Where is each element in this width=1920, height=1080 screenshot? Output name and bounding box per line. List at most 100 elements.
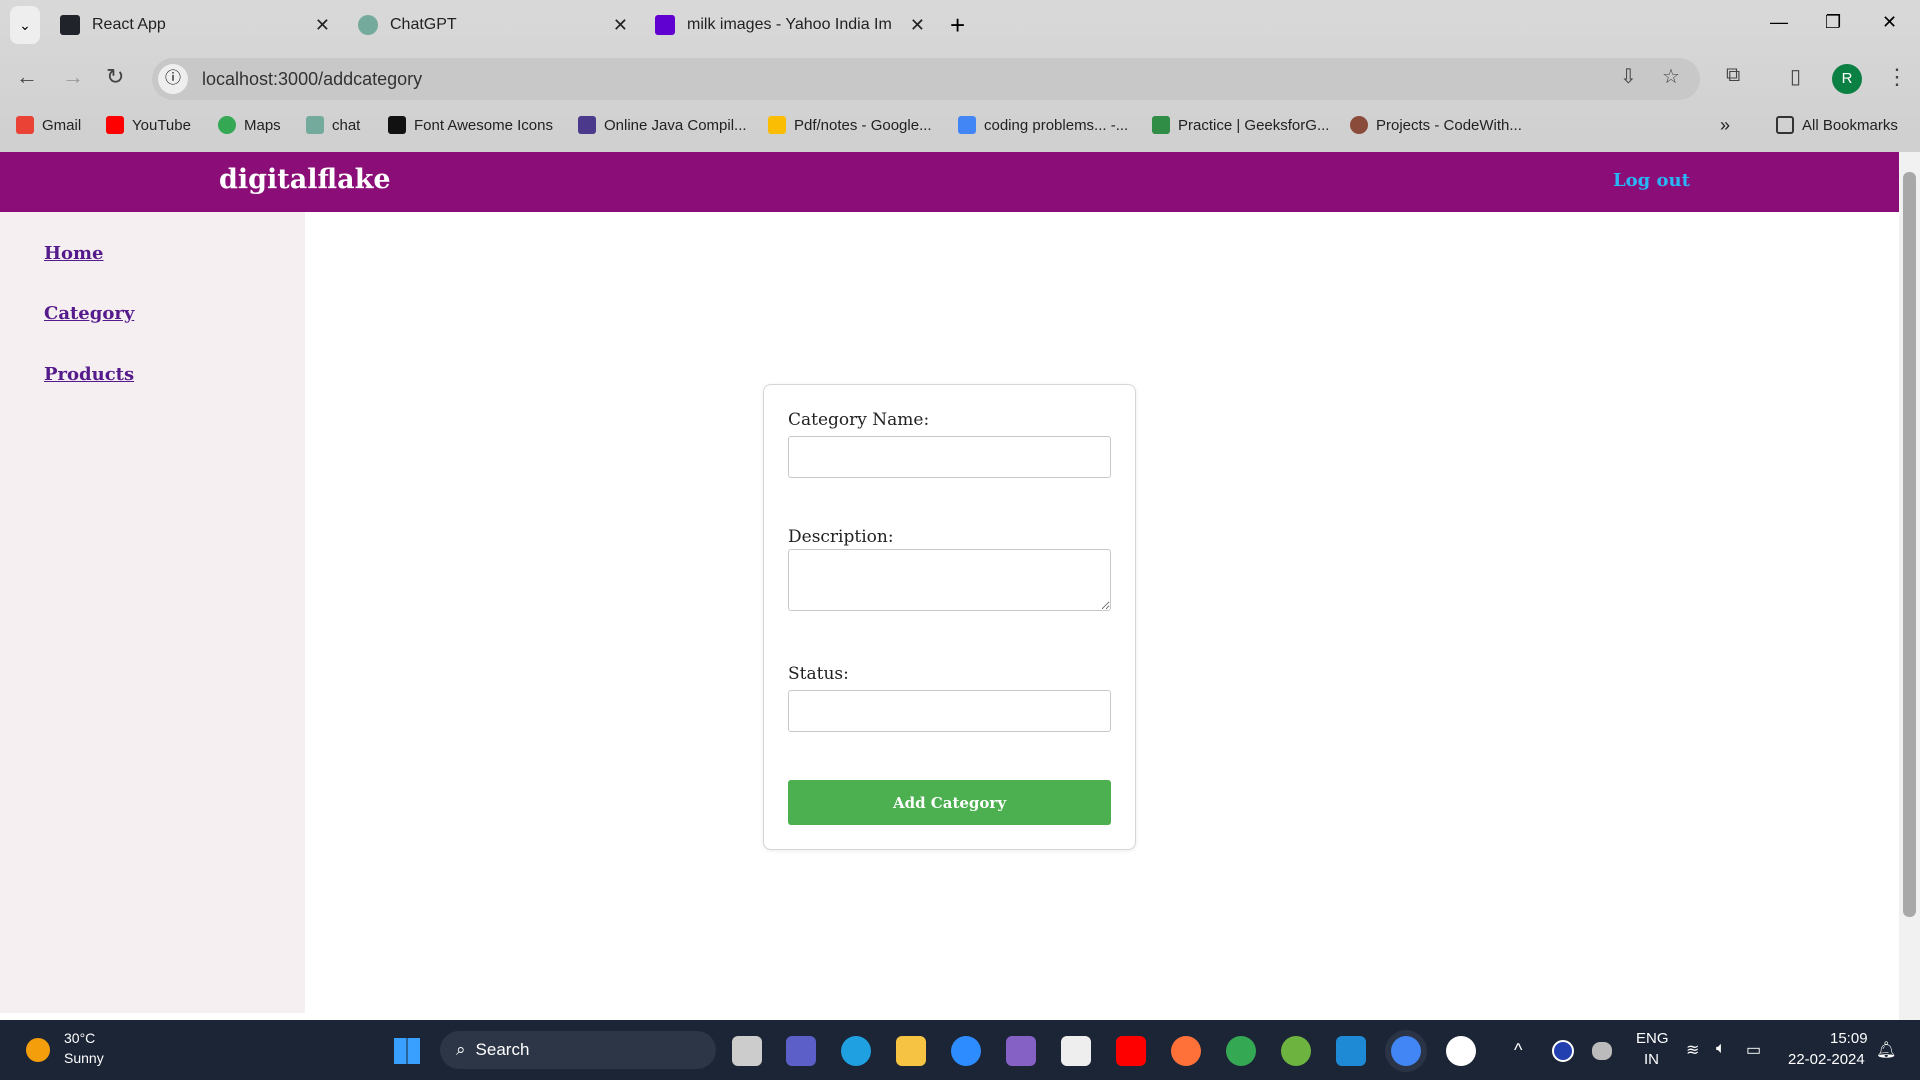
clock-time[interactable]: 15:09 — [1830, 1030, 1868, 1047]
description-textarea[interactable] — [788, 549, 1111, 611]
bookmark-label: Pdf/notes - Google... — [794, 116, 932, 134]
sidebar-item-products[interactable]: Products — [44, 364, 134, 385]
description-label: Description: — [788, 527, 894, 547]
new-tab-icon[interactable]: + — [950, 10, 965, 41]
close-tab-icon[interactable]: ✕ — [613, 15, 628, 36]
sidebar-item-home[interactable]: Home — [44, 243, 104, 264]
tab-title: milk images - Yahoo India Imag — [687, 16, 892, 33]
weather-desc[interactable]: Sunny — [64, 1050, 104, 1066]
gmail-icon — [16, 116, 34, 134]
tab-title: React App — [92, 16, 166, 33]
tab-search-button[interactable]: ⌄ — [10, 6, 40, 44]
bookmark-chat[interactable]: chat — [306, 114, 360, 136]
visual-studio-icon[interactable] — [1006, 1036, 1036, 1066]
clock-app-icon[interactable] — [1552, 1040, 1574, 1062]
search-label: Search — [475, 1040, 530, 1059]
battery-icon[interactable]: ▭ — [1746, 1040, 1761, 1060]
restore-icon[interactable]: ❐ — [1825, 12, 1841, 33]
forward-icon[interactable]: → — [62, 64, 84, 90]
bookmark-label: Projects - CodeWith... — [1376, 116, 1522, 134]
bookmark-drive[interactable]: Pdf/notes - Google... — [768, 114, 932, 136]
mongodb-icon[interactable] — [1446, 1036, 1476, 1066]
back-icon[interactable]: ← — [16, 64, 38, 90]
sidebar — [0, 212, 305, 1013]
add-category-button[interactable]: Add Category — [788, 780, 1111, 825]
windows-start-icon[interactable] — [394, 1038, 420, 1064]
bookmark-gmail[interactable]: Gmail — [16, 114, 81, 136]
chatgpt-icon — [358, 15, 378, 35]
bookmark-maps[interactable]: Maps — [218, 114, 281, 136]
bookmark-label: Font Awesome Icons — [414, 116, 553, 134]
teams-icon[interactable] — [786, 1036, 816, 1066]
bookmark-label: Practice | GeeksforG... — [1178, 116, 1330, 134]
flag-icon — [388, 116, 406, 134]
url-text: localhost:3000/addcategory — [202, 68, 423, 89]
bookmark-docs[interactable]: coding problems... -... — [958, 114, 1128, 136]
menu-icon[interactable]: ⋮ — [1886, 64, 1908, 90]
weather-temp[interactable]: 30°C — [64, 1030, 95, 1046]
category-name-input[interactable] — [788, 436, 1111, 478]
bookmark-label: Gmail — [42, 116, 82, 134]
youtube-app-icon[interactable] — [1116, 1036, 1146, 1066]
task-view-icon[interactable] — [732, 1036, 762, 1066]
status-label: Status: — [788, 664, 849, 684]
bookmark-gfg[interactable]: Practice | GeeksforG... — [1152, 114, 1329, 136]
onedrive-icon[interactable] — [1592, 1042, 1612, 1060]
search-icon: ⌕ — [456, 1040, 466, 1059]
scrollbar-thumb[interactable] — [1903, 172, 1916, 917]
bookmark-label: Online Java Compil... — [604, 116, 747, 134]
minimize-icon[interactable]: — — [1770, 12, 1788, 33]
profile-avatar[interactable]: R — [1832, 64, 1862, 94]
chrome-profile-icon[interactable] — [1391, 1036, 1421, 1066]
file-explorer-icon[interactable] — [896, 1036, 926, 1066]
close-tab-icon[interactable]: ✕ — [315, 15, 330, 36]
more-bookmarks-icon[interactable]: » — [1720, 114, 1730, 136]
extensions-icon[interactable]: ⧉ — [1726, 64, 1740, 87]
zoom-icon[interactable] — [951, 1036, 981, 1066]
star-icon[interactable]: ☆ — [1662, 64, 1680, 89]
volume-icon[interactable]: 🔈︎ — [1716, 1040, 1726, 1058]
bookmark-codewith[interactable]: Projects - CodeWith... — [1350, 114, 1522, 136]
bolt-icon — [578, 116, 596, 134]
bookmark-java[interactable]: Online Java Compil... — [578, 114, 747, 136]
side-panel-icon[interactable]: ▯ — [1790, 64, 1801, 89]
wifi-icon[interactable]: ≋ — [1686, 1040, 1699, 1060]
drive-icon — [768, 116, 786, 134]
install-icon[interactable]: ⇩ — [1620, 64, 1637, 89]
tab-title: ChatGPT — [390, 16, 457, 33]
close-tab-icon[interactable]: ✕ — [910, 15, 925, 36]
gfg-icon — [1152, 116, 1170, 134]
lang-line2[interactable]: IN — [1644, 1051, 1659, 1068]
edge-icon[interactable] — [841, 1036, 871, 1066]
clock-date[interactable]: 22-02-2024 — [1788, 1051, 1865, 1068]
store-icon[interactable] — [1061, 1036, 1091, 1066]
all-bookmarks[interactable]: All Bookmarks — [1776, 114, 1898, 136]
bookmark-label: All Bookmarks — [1802, 116, 1898, 134]
notification-bell-icon[interactable]: 🔔︎ — [1876, 1040, 1896, 1060]
chrome-icon[interactable] — [1226, 1036, 1256, 1066]
logout-link[interactable]: Log out — [1613, 170, 1690, 191]
lang-line1[interactable]: ENG — [1636, 1030, 1669, 1047]
status-input[interactable] — [788, 690, 1111, 732]
bookmark-label: chat — [332, 116, 361, 134]
spring-icon[interactable] — [1281, 1036, 1311, 1066]
bookmark-label: YouTube — [132, 116, 191, 134]
bookmark-font-awesome[interactable]: Font Awesome Icons — [388, 114, 553, 136]
close-window-icon[interactable]: ✕ — [1882, 12, 1897, 33]
address-bar[interactable]: ⓘ localhost:3000/addcategory — [152, 58, 1700, 100]
reload-icon[interactable]: ↻ — [106, 64, 124, 90]
firefox-icon[interactable] — [1171, 1036, 1201, 1066]
sun-icon — [26, 1038, 50, 1062]
folder-icon — [1776, 116, 1794, 134]
vscode-icon[interactable] — [1336, 1036, 1366, 1066]
tab-react-app[interactable]: React App ✕ — [60, 8, 330, 42]
site-info-icon[interactable]: ⓘ — [158, 64, 188, 94]
taskbar-search[interactable]: ⌕ Search — [440, 1031, 716, 1069]
tab-chatgpt[interactable]: ChatGPT ✕ — [358, 8, 628, 42]
codewith-icon — [1350, 116, 1368, 134]
bookmark-youtube[interactable]: YouTube — [106, 114, 191, 136]
sidebar-item-category[interactable]: Category — [44, 303, 134, 324]
tab-yahoo[interactable]: milk images - Yahoo India Imag ✕ — [655, 8, 925, 42]
chevron-up-icon[interactable]: ^ — [1514, 1040, 1522, 1061]
chatgpt-icon — [306, 116, 324, 134]
